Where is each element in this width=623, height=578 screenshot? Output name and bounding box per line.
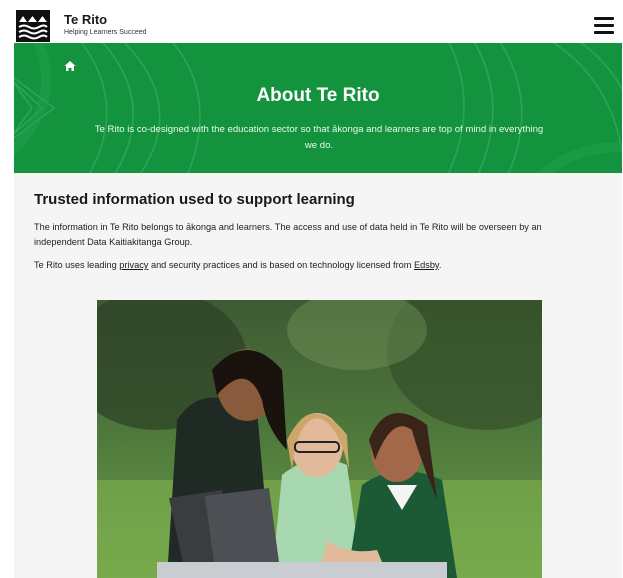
mountain-waves-logo-icon[interactable] [16,10,50,42]
privacy-paragraph: Te Rito uses leading privacy and securit… [34,258,594,273]
edsby-link[interactable]: Edsby [414,260,439,270]
section-heading: Trusted information used to support lear… [34,191,355,208]
menu-bar [594,31,614,34]
paragraph-text: . [438,260,442,270]
menu-bar [594,17,614,20]
site-tagline: Helping Learners Succeed [64,29,147,36]
hero-subtitle: Te Rito is co-designed with the educatio… [94,124,544,151]
intro-paragraph: The information in Te Rito belongs to āk… [34,222,542,247]
menu-bar [594,24,614,27]
privacy-link[interactable]: privacy [119,260,148,270]
site-header: Te Rito Helping Learners Succeed [14,8,622,43]
paragraph-text: and security practices and is based on t… [148,260,414,270]
page-frame: Te Rito Helping Learners Succeed About T… [14,8,622,578]
hamburger-menu-icon[interactable] [594,17,614,34]
page-title: About Te Rito [256,85,380,106]
paragraph-text: Te Rito uses leading [34,260,120,270]
students-photo [97,300,542,578]
hero-banner: About Te Rito Te Rito is co-designed wit… [14,43,622,173]
site-title[interactable]: Te Rito [64,12,107,27]
home-icon[interactable] [64,59,76,71]
